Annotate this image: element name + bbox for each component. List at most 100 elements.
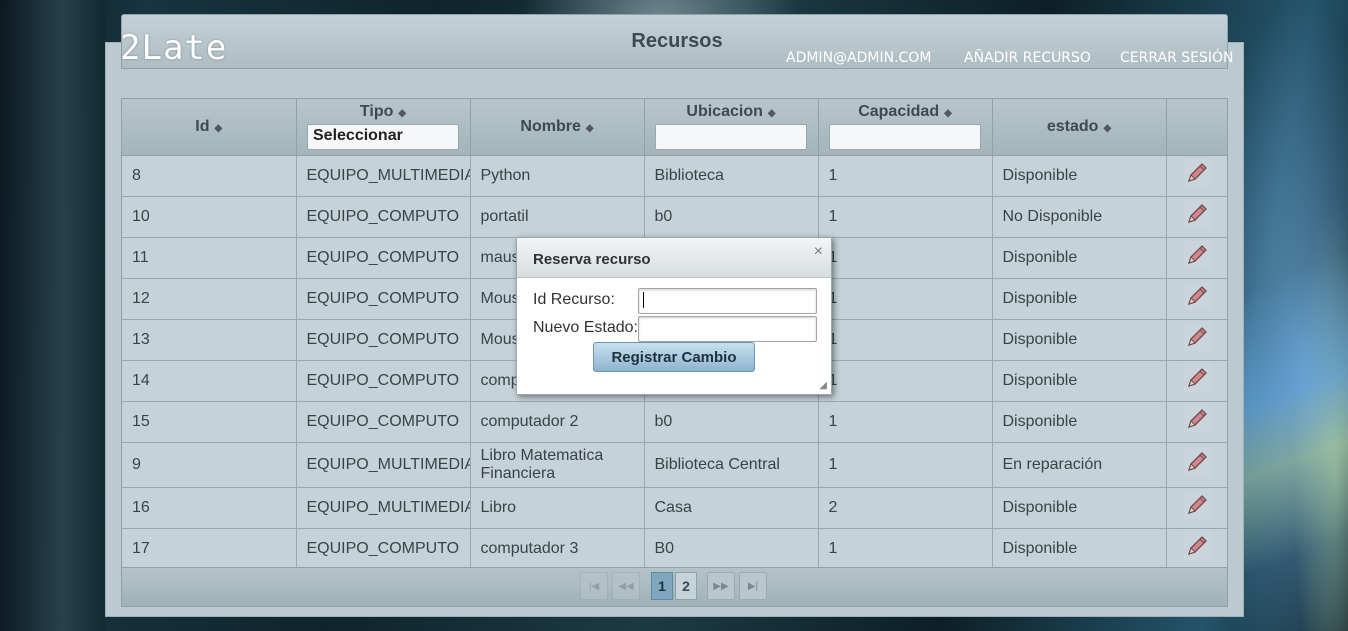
cell-capacidad: 1 — [818, 528, 993, 570]
cell-tipo: EQUIPO_COMPUTO — [296, 278, 471, 320]
column-label: estado — [1046, 117, 1099, 135]
pencil-icon[interactable] — [1182, 404, 1212, 434]
cell-estado: Disponible — [992, 528, 1167, 570]
cell-id: 8 — [122, 155, 297, 197]
table-row[interactable]: 8 EQUIPO_MULTIMEDIA Python Biblioteca 1 Dispo… — [122, 155, 1227, 197]
text-cursor — [643, 292, 644, 308]
cell-tipo: EQUIPO_COMPUTO — [296, 528, 471, 570]
app-logo[interactable]: 2Late — [120, 28, 227, 68]
cell-ubicacion: B0 — [644, 528, 819, 570]
pencil-icon[interactable] — [1182, 490, 1212, 520]
pencil-icon[interactable] — [1182, 531, 1212, 561]
cell-actions — [1166, 196, 1227, 238]
cell-id: 12 — [122, 278, 297, 320]
cell-id: 11 — [122, 237, 297, 279]
cell-actions — [1166, 319, 1227, 361]
nuevo-estado-label: Nuevo Estado: — [533, 319, 638, 336]
pencil-icon[interactable] — [1182, 363, 1212, 393]
page-button[interactable]: 1 — [651, 572, 673, 600]
cell-tipo: EQUIPO_COMPUTO — [296, 401, 471, 443]
cell-capacidad: 1 — [818, 442, 993, 488]
last-page-button[interactable]: ▶| — [739, 572, 767, 600]
tipo-filter-select[interactable]: Seleccionar — [307, 124, 459, 151]
column-label: Ubicacion — [686, 103, 763, 121]
background-light-streak — [1230, 200, 1348, 631]
ubicacion-filter-input[interactable] — [655, 124, 807, 151]
cell-actions — [1166, 487, 1227, 529]
pencil-icon[interactable] — [1182, 322, 1212, 352]
cell-tipo: EQUIPO_MULTIMEDIA — [296, 442, 471, 488]
cell-id: 15 — [122, 401, 297, 443]
cell-actions — [1166, 278, 1227, 320]
close-icon[interactable]: × — [814, 243, 823, 261]
cell-capacidad: 1 — [818, 401, 993, 443]
cell-nombre: Python — [470, 155, 645, 197]
pagination-bar: |◀ ◀◀ 1 2 ▶▶ ▶| — [122, 567, 1227, 606]
background-left — [0, 0, 105, 631]
sort-icon: ◆ — [1103, 122, 1112, 134]
cell-capacidad: 1 — [818, 155, 993, 197]
column-label: Tipo — [359, 103, 394, 121]
page-title: Recursos — [631, 30, 723, 52]
table-row[interactable]: 16 EQUIPO_MULTIMEDIA Libro Casa 2 Disponible — [122, 487, 1227, 529]
cell-tipo: EQUIPO_MULTIMEDIA — [296, 155, 471, 197]
pencil-icon[interactable] — [1182, 447, 1212, 477]
page-button[interactable]: 2 — [675, 572, 697, 600]
cell-ubicacion: b0 — [644, 401, 819, 443]
cell-capacidad: 1 — [818, 196, 993, 238]
cell-actions — [1166, 401, 1227, 443]
cell-tipo: EQUIPO_COMPUTO — [296, 360, 471, 402]
cell-id: 10 — [122, 196, 297, 238]
sort-icon: ◆ — [585, 122, 594, 134]
cell-capacidad: 1 — [818, 278, 993, 320]
first-page-button[interactable]: |◀ — [580, 572, 608, 600]
cell-actions — [1166, 155, 1227, 197]
next-page-button[interactable]: ▶▶ — [707, 572, 735, 600]
cell-id: 16 — [122, 487, 297, 529]
table-row[interactable]: 9 EQUIPO_MULTIMEDIA Libro Matematica Finan… — [122, 442, 1227, 488]
nav-user-link[interactable]: ADMIN@ADMIN.COM — [786, 50, 931, 66]
column-label: Capacidad — [858, 103, 940, 121]
sort-icon: ◆ — [214, 122, 223, 134]
nav-add-resource-link[interactable]: AÑADIR RECURSO — [964, 50, 1091, 66]
column-header-nombre[interactable]: Nombre ◆ — [470, 99, 645, 156]
column-header-estado[interactable]: estado ◆ — [992, 99, 1167, 156]
column-header-ubicacion[interactable]: Ubicacion ◆ — [644, 99, 819, 156]
column-header-tipo[interactable]: Tipo ◆ Seleccionar — [296, 99, 471, 156]
pencil-icon[interactable] — [1182, 281, 1212, 311]
cell-id: 9 — [122, 442, 297, 488]
resize-handle-icon[interactable]: ◢ — [819, 380, 827, 391]
cell-nombre: computador 2 — [470, 401, 645, 443]
table-row[interactable]: 15 EQUIPO_COMPUTO computador 2 b0 1 Disponibl… — [122, 401, 1227, 443]
prev-page-button[interactable]: ◀◀ — [612, 572, 640, 600]
reserva-dialog: Reserva recurso × Id Recurso: Nuevo Esta… — [516, 237, 832, 395]
cell-estado: En reparación — [992, 442, 1167, 488]
table-row[interactable]: 17 EQUIPO_COMPUTO computador 3 B0 1 Disponibl… — [122, 528, 1227, 570]
cell-estado: Disponible — [992, 401, 1167, 443]
registrar-cambio-button[interactable]: Registrar Cambio — [593, 342, 755, 372]
column-header-capacidad[interactable]: Capacidad ◆ — [818, 99, 993, 156]
pencil-icon[interactable] — [1182, 199, 1212, 229]
column-header-actions — [1166, 99, 1227, 156]
cell-capacidad: 2 — [818, 487, 993, 529]
cell-estado: Disponible — [992, 360, 1167, 402]
cell-nombre: Libro Matematica Financiera — [470, 442, 645, 488]
column-label: Nombre — [520, 117, 581, 135]
cell-capacidad: 1 — [818, 319, 993, 361]
cell-id: 13 — [122, 319, 297, 361]
cell-tipo: EQUIPO_MULTIMEDIA — [296, 487, 471, 529]
id-recurso-input[interactable] — [638, 288, 817, 314]
nav-logout-link[interactable]: CERRAR SESIÓN — [1120, 50, 1234, 66]
cell-actions — [1166, 442, 1227, 488]
nuevo-estado-input[interactable] — [638, 316, 817, 342]
capacidad-filter-input[interactable] — [829, 124, 981, 151]
cell-nombre: Libro — [470, 487, 645, 529]
pencil-icon[interactable] — [1182, 240, 1212, 270]
pencil-icon[interactable] — [1182, 158, 1212, 188]
cell-estado: Disponible — [992, 237, 1167, 279]
table-row[interactable]: 10 EQUIPO_COMPUTO portatil b0 1 No Disponible — [122, 196, 1227, 238]
column-header-id[interactable]: Id ◆ — [122, 99, 297, 156]
cell-nombre: computador 3 — [470, 528, 645, 570]
cell-ubicacion: Casa — [644, 487, 819, 529]
cell-tipo: EQUIPO_COMPUTO — [296, 319, 471, 361]
